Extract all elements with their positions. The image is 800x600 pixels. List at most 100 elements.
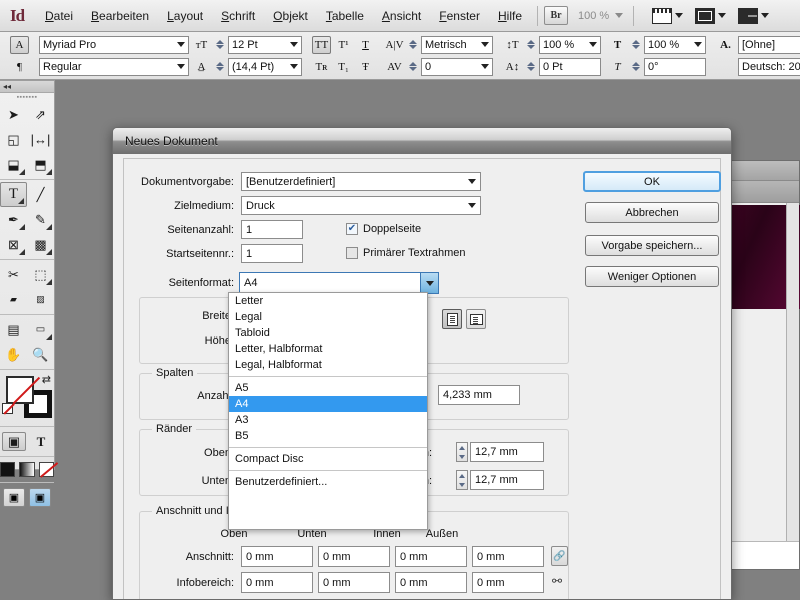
- type-tool[interactable]: T: [0, 182, 27, 207]
- bg-window-scrollbar[interactable]: [786, 203, 799, 549]
- direct-selection-tool[interactable]: ⇗: [27, 102, 54, 127]
- vertical-scale-stepper[interactable]: [525, 36, 536, 54]
- gradient-feather-tool[interactable]: ▨: [27, 287, 54, 312]
- column-gutter-input[interactable]: 4,233 mm: [438, 385, 520, 405]
- character-formatting-button[interactable]: A: [10, 35, 29, 54]
- slug-outside-input[interactable]: 0 mm: [472, 572, 544, 593]
- vertical-scale-input[interactable]: 100 %: [539, 35, 601, 54]
- menu-layout[interactable]: Layout: [158, 5, 212, 27]
- apply-none-button[interactable]: [38, 462, 54, 477]
- margin-inside-stepper[interactable]: [456, 442, 468, 462]
- margin-inside-input[interactable]: 12,7 mm: [470, 442, 544, 462]
- strikethrough-button[interactable]: Ŧ: [356, 58, 375, 76]
- default-fill-stroke-icon[interactable]: [2, 403, 13, 414]
- slug-top-input[interactable]: 0 mm: [241, 572, 313, 593]
- slug-bottom-input[interactable]: 0 mm: [318, 572, 390, 593]
- preview-view-mode-button[interactable]: ▣: [29, 488, 51, 507]
- ok-button[interactable]: OK: [583, 171, 721, 192]
- small-caps-button[interactable]: Tʀ: [312, 58, 331, 76]
- menu-schrift[interactable]: Schrift: [212, 5, 264, 27]
- tools-palette-grip[interactable]: ▪▪▪▪▪▪▪: [0, 93, 54, 102]
- selection-tool[interactable]: ➤: [0, 102, 27, 127]
- bleed-top-input[interactable]: 0 mm: [241, 546, 313, 567]
- intent-combobox[interactable]: Druck: [241, 196, 481, 215]
- view-options-button[interactable]: [652, 7, 684, 24]
- apply-color-button[interactable]: [0, 462, 16, 477]
- font-family-input[interactable]: Myriad Pro: [39, 35, 189, 54]
- page-size-dropdown-list[interactable]: Letter Legal Tabloid Letter, Halbformat …: [228, 292, 428, 530]
- fewer-options-button[interactable]: Weniger Optionen: [585, 266, 719, 287]
- dropdown-item-legal-half[interactable]: Legal, Halbformat: [229, 357, 427, 373]
- dialog-titlebar[interactable]: Neues Dokument: [113, 128, 731, 154]
- measure-tool[interactable]: ▭: [27, 317, 54, 342]
- kerning-input[interactable]: Metrisch: [421, 35, 493, 54]
- leading-input[interactable]: (14,4 Pt): [228, 57, 302, 76]
- bleed-inside-input[interactable]: 0 mm: [395, 546, 467, 567]
- menu-hilfe[interactable]: Hilfe: [489, 5, 531, 27]
- content-collector-tool[interactable]: ⬓: [0, 152, 27, 177]
- horizontal-scale-input[interactable]: 100 %: [644, 35, 706, 54]
- gradient-swatch-tool[interactable]: ▰: [0, 287, 27, 312]
- menu-bearbeiten[interactable]: Bearbeiten: [82, 5, 158, 27]
- format-container-button[interactable]: ▣: [2, 432, 26, 451]
- facing-pages-checkbox[interactable]: Doppelseite: [346, 223, 421, 235]
- horizontal-scale-stepper[interactable]: [630, 36, 641, 54]
- dropdown-item-b5[interactable]: B5: [229, 428, 427, 444]
- character-style-input[interactable]: [Ohne]: [738, 35, 800, 54]
- slug-link-icon[interactable]: ⚯: [552, 574, 562, 588]
- dropdown-item-letter[interactable]: Letter: [229, 293, 427, 309]
- margin-outside-input[interactable]: 12,7 mm: [470, 470, 544, 490]
- font-size-input[interactable]: 12 Pt: [228, 35, 302, 54]
- menu-ansicht[interactable]: Ansicht: [373, 5, 430, 27]
- subscript-button[interactable]: T₁: [334, 58, 353, 76]
- page-size-combobox[interactable]: A4: [239, 272, 439, 294]
- slug-inside-input[interactable]: 0 mm: [395, 572, 467, 593]
- dropdown-item-a4[interactable]: A4: [229, 396, 427, 412]
- cancel-button[interactable]: Abbrechen: [585, 202, 719, 223]
- tracking-stepper[interactable]: [407, 58, 418, 76]
- free-transform-tool[interactable]: ⬚: [27, 262, 54, 287]
- note-tool[interactable]: ▤: [0, 317, 27, 342]
- primary-text-frame-checkbox[interactable]: Primärer Textrahmen: [346, 247, 466, 259]
- dropdown-item-a3[interactable]: A3: [229, 412, 427, 428]
- font-size-stepper[interactable]: [214, 36, 225, 54]
- underline-button[interactable]: T: [356, 36, 375, 54]
- landscape-orientation-button[interactable]: [466, 309, 486, 329]
- hand-tool[interactable]: ✋: [0, 342, 27, 367]
- bridge-button[interactable]: Br: [544, 6, 568, 25]
- dropdown-item-tabloid[interactable]: Tabloid: [229, 325, 427, 341]
- page-tool[interactable]: ◱: [0, 127, 27, 152]
- baseline-shift-input[interactable]: 0 Pt: [539, 57, 601, 76]
- frame-tool[interactable]: ⊠: [0, 232, 27, 257]
- start-page-input[interactable]: 1: [241, 244, 303, 263]
- bleed-link-button[interactable]: 🔗: [551, 546, 568, 566]
- normal-view-mode-button[interactable]: ▣: [3, 488, 25, 507]
- portrait-orientation-button[interactable]: [442, 309, 462, 329]
- save-preset-button[interactable]: Vorgabe speichern...: [585, 235, 719, 256]
- dropdown-item-a5[interactable]: A5: [229, 380, 427, 396]
- dropdown-item-letter-half[interactable]: Letter, Halbformat: [229, 341, 427, 357]
- menu-objekt[interactable]: Objekt: [264, 5, 317, 27]
- font-style-input[interactable]: Regular: [39, 57, 189, 76]
- menu-fenster[interactable]: Fenster: [430, 5, 489, 27]
- bleed-bottom-input[interactable]: 0 mm: [318, 546, 390, 567]
- pages-input[interactable]: 1: [241, 220, 303, 239]
- chevron-down-icon[interactable]: [420, 273, 438, 293]
- zoom-tool[interactable]: 🔍: [27, 342, 54, 367]
- skew-input[interactable]: 0°: [644, 57, 706, 76]
- bleed-outside-input[interactable]: 0 mm: [472, 546, 544, 567]
- skew-stepper[interactable]: [630, 58, 641, 76]
- dropdown-item-compact-disc[interactable]: Compact Disc: [229, 451, 427, 467]
- gap-tool[interactable]: |↔|: [27, 127, 54, 152]
- margin-outside-stepper[interactable]: [456, 470, 468, 490]
- content-placer-tool[interactable]: ⬒: [27, 152, 54, 177]
- pencil-tool[interactable]: ✎: [27, 207, 54, 232]
- leading-stepper[interactable]: [214, 58, 225, 76]
- menu-tabelle[interactable]: Tabelle: [317, 5, 373, 27]
- swap-fill-stroke-icon[interactable]: ⇄: [42, 373, 51, 386]
- pen-tool[interactable]: ✒: [0, 207, 27, 232]
- format-text-button[interactable]: T: [30, 432, 52, 451]
- rectangle-tool[interactable]: ▩: [27, 232, 54, 257]
- baseline-shift-stepper[interactable]: [525, 58, 536, 76]
- paragraph-formatting-button[interactable]: ¶: [10, 58, 29, 76]
